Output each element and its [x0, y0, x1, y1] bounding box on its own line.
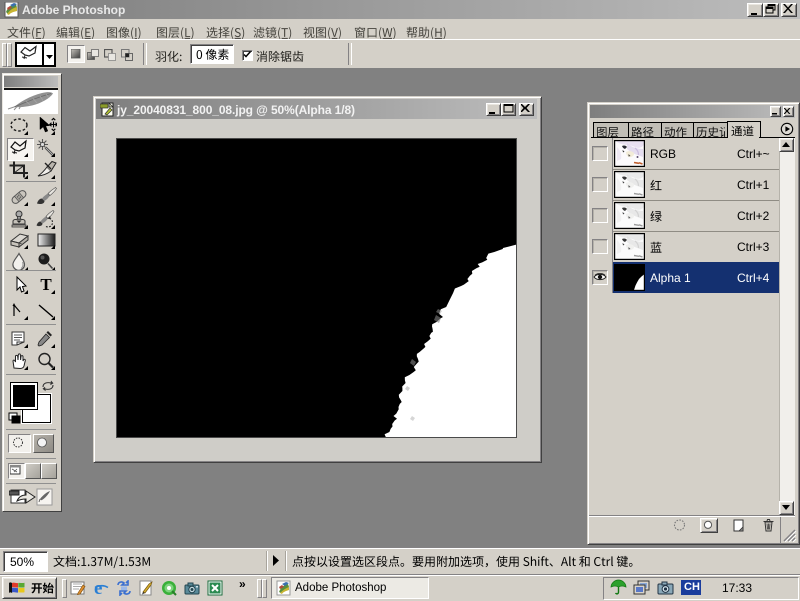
svg-text:T: T — [40, 275, 52, 294]
